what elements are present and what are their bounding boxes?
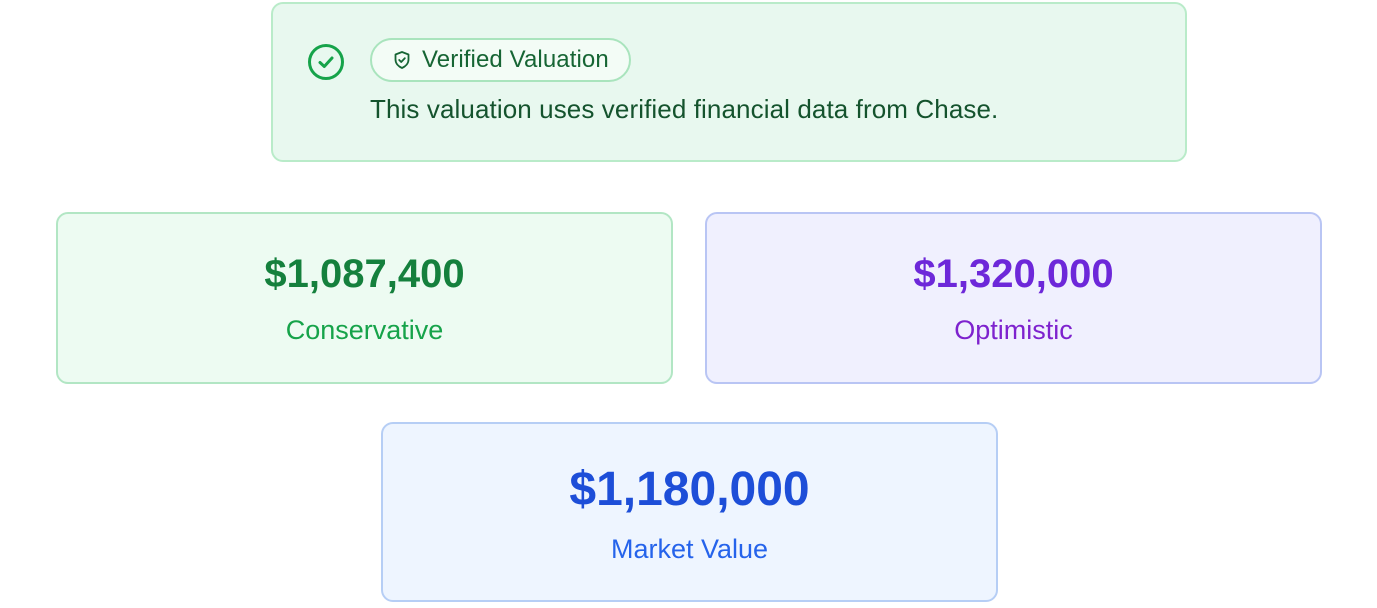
check-circle-icon — [308, 44, 344, 80]
shield-check-icon — [394, 51, 410, 69]
market-value-amount: $1,180,000 — [569, 463, 810, 516]
verified-badge-label: Verified Valuation — [422, 46, 609, 73]
conservative-label: Conservative — [285, 315, 444, 345]
optimistic-amount: $1,320,000 — [913, 252, 1114, 296]
conservative-amount: $1,087,400 — [264, 252, 465, 296]
verified-badge: Verified Valuation — [370, 38, 631, 82]
optimistic-valuation-card: $1,320,000 Optimistic — [705, 212, 1322, 384]
market-value-card: $1,180,000 Market Value — [381, 422, 998, 602]
verification-message: This valuation uses verified financial d… — [370, 94, 999, 124]
optimistic-label: Optimistic — [954, 315, 1073, 345]
conservative-valuation-card: $1,087,400 Conservative — [56, 212, 673, 384]
verified-valuation-banner: Verified Valuation This valuation uses v… — [271, 2, 1187, 162]
market-value-label: Market Value — [610, 534, 769, 564]
